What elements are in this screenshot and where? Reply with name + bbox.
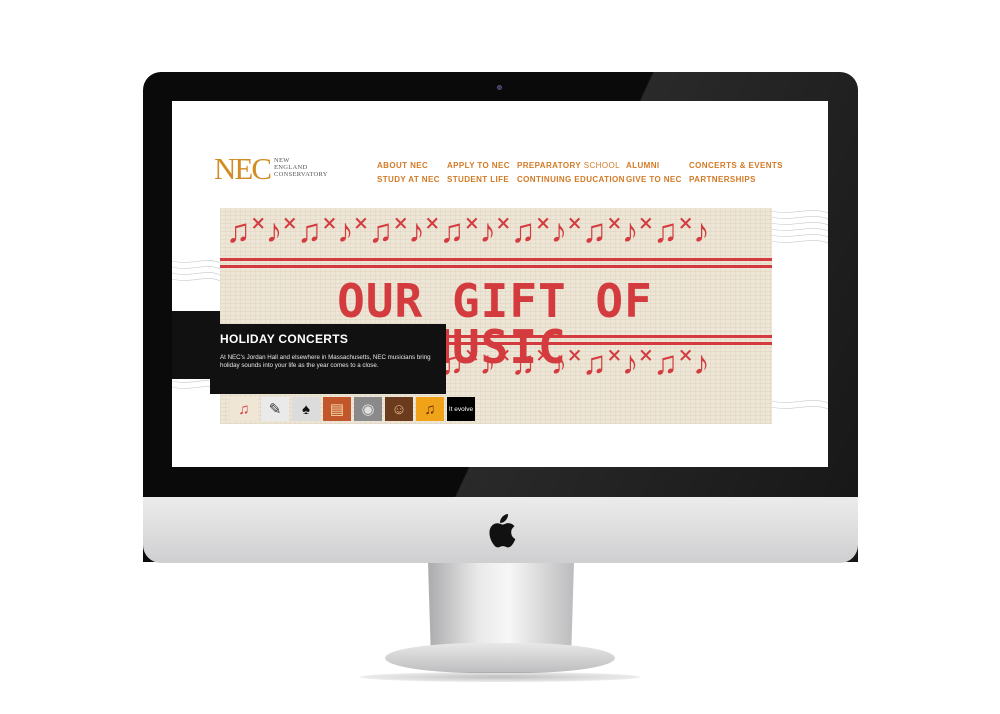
note-tile-icon[interactable]: ♫ <box>416 397 444 421</box>
feature-body: At NEC's Jordan Hall and elsewhere in Ma… <box>220 354 431 370</box>
website-screen: NEC NEW ENGLAND CONSERVATORY ABOUT NEC A… <box>172 101 828 467</box>
thumb-label: It evolve <box>448 405 474 413</box>
feature-heading: HOLIDAY CONCERTS <box>220 332 349 346</box>
music-note-icon[interactable]: ♫ <box>230 397 258 421</box>
thumb-glyph: ♫ <box>238 400 250 418</box>
knit-notes-top: ♫˟♪˟♫˟♪˟♫˟♪˟♫˟♪˟♫˟♪˟♫˟♪˟♫˟♪ <box>226 212 712 249</box>
thumb-glyph: ♠ <box>302 400 310 418</box>
logo-mark: NEC <box>214 151 272 186</box>
thumb-glyph: ✎ <box>268 401 282 418</box>
thumb-glyph: ♫ <box>424 400 436 418</box>
logo-line-conservatory: CONSERVATORY <box>274 170 328 178</box>
imac-stand-base <box>385 643 615 673</box>
nav-partnerships[interactable]: PARTNERSHIPS <box>689 175 789 184</box>
performer-icon[interactable]: ☺ <box>385 397 413 421</box>
feature-caption[interactable]: HOLIDAY CONCERTS At NEC's Jordan Hall an… <box>210 324 446 394</box>
thumb-glyph: ◉ <box>361 401 375 418</box>
nav-concerts-events[interactable]: CONCERTS & EVENTS <box>689 161 789 170</box>
nav-about-nec[interactable]: ABOUT NEC <box>377 161 447 170</box>
nav-alumni[interactable]: ALUMNI <box>626 161 689 170</box>
camera-icon <box>497 85 502 90</box>
piano-icon[interactable]: ♠ <box>292 397 320 421</box>
nav-give-to-nec[interactable]: GIVE TO NEC <box>626 175 689 184</box>
portrait-icon[interactable]: ◉ <box>354 397 382 421</box>
instrument-icon[interactable]: ✎ <box>261 397 289 421</box>
nav-apply-to-nec[interactable]: APPLY TO NEC <box>447 161 517 170</box>
nec-logo[interactable]: NEC NEW ENGLAND CONSERVATORY <box>214 153 328 184</box>
knit-stripe <box>220 265 772 268</box>
nav-continuing-education[interactable]: CONTINUING EDUCATION <box>517 175 626 184</box>
nav-preparatory-school[interactable]: PREPARATORY SCHOOL <box>517 161 626 170</box>
nav-study-at-nec[interactable]: STUDY AT NEC <box>377 175 447 184</box>
text-tile-icon[interactable]: It evolve <box>447 397 475 421</box>
thumb-glyph: ▤ <box>329 401 345 418</box>
nav-preparatory-lite: SCHOOL <box>581 161 620 170</box>
apple-logo-icon <box>489 514 516 548</box>
main-nav: ABOUT NEC APPLY TO NEC PREPARATORY SCHOO… <box>377 161 789 184</box>
nav-preparatory-bold: PREPARATORY <box>517 161 582 170</box>
knit-stripe <box>220 258 772 261</box>
thumbnail-strip: ♫ ✎ ♠ ▤ ◉ ☺ ♫ It evolve <box>230 397 475 421</box>
stand-shadow <box>360 672 640 682</box>
nav-student-life[interactable]: STUDENT LIFE <box>447 175 517 184</box>
poster-icon[interactable]: ▤ <box>323 397 351 421</box>
logo-wordmark: NEW ENGLAND CONSERVATORY <box>274 157 328 178</box>
thumb-glyph: ☺ <box>391 400 407 418</box>
